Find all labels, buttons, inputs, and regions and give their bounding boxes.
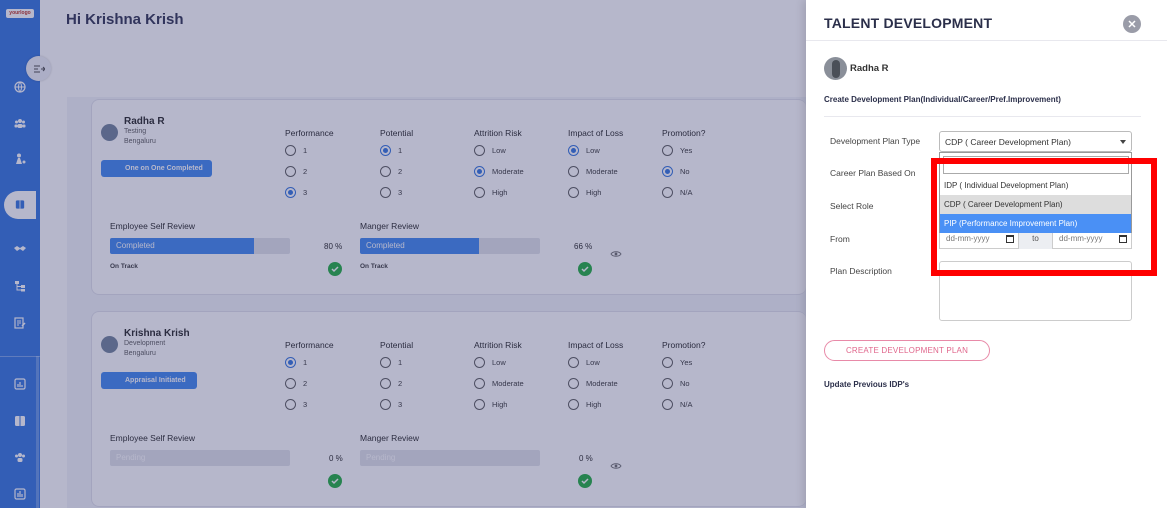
plan-type-dropdown: IDP ( Individual Development Plan) CDP (… <box>939 152 1132 233</box>
section-title: Create Development Plan(Individual/Caree… <box>824 95 1061 104</box>
modal-overlay[interactable] <box>0 0 806 508</box>
option-idp[interactable]: IDP ( Individual Development Plan) <box>940 176 1131 195</box>
section-divider <box>824 116 1141 117</box>
create-plan-button[interactable]: CREATE DEVELOPMENT PLAN <box>824 340 990 361</box>
from-label: From <box>830 234 850 244</box>
close-icon <box>1128 20 1136 28</box>
plan-type-select[interactable]: CDP ( Career Development Plan) <box>939 131 1132 152</box>
option-cdp[interactable]: CDP ( Career Development Plan) <box>940 195 1131 214</box>
avatar <box>824 57 847 80</box>
plan-type-value: CDP ( Career Development Plan) <box>945 136 1071 147</box>
dropdown-search-input[interactable] <box>943 156 1129 174</box>
role-label: Select Role <box>830 201 874 211</box>
drawer-user-name: Radha R <box>850 63 889 74</box>
calendar-icon <box>1119 235 1127 243</box>
close-button[interactable] <box>1123 15 1141 33</box>
description-label: Plan Description <box>830 266 892 276</box>
plan-type-label: Development Plan Type <box>830 136 921 146</box>
drawer-title: TALENT DEVELOPMENT <box>824 15 993 31</box>
calendar-icon <box>1006 235 1014 243</box>
chevron-down-icon <box>1120 140 1126 144</box>
drawer-divider <box>806 40 1167 41</box>
based-on-label: Career Plan Based On <box>830 168 916 178</box>
plan-description-input[interactable] <box>939 261 1132 321</box>
option-pip[interactable]: PIP (Performance Improvement Plan) <box>940 214 1131 233</box>
update-previous-heading: Update Previous IDP's <box>824 380 910 389</box>
talent-development-drawer: TALENT DEVELOPMENT Radha R Create Develo… <box>806 0 1167 508</box>
